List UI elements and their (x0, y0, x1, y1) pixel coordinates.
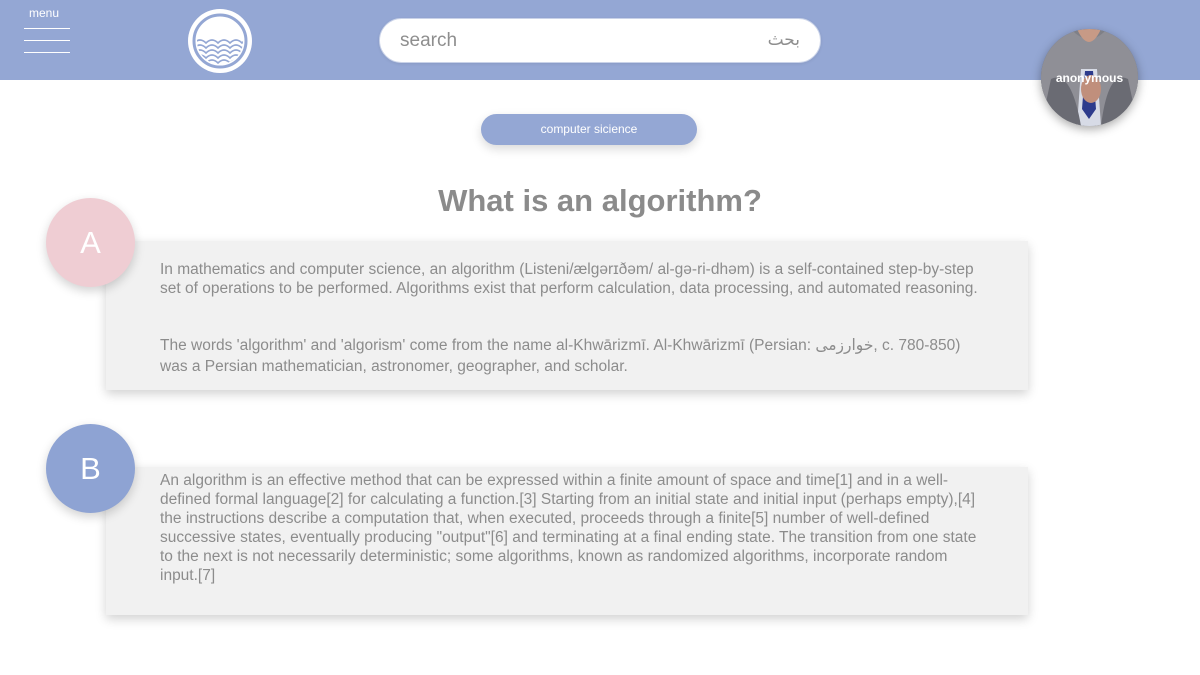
menu-button[interactable]: menu (24, 6, 72, 56)
answer-badge-b[interactable]: B (46, 424, 135, 513)
search-bar: بحث (379, 18, 821, 63)
answer-paragraph: In mathematics and computer science, an … (160, 261, 978, 297)
category-tag[interactable]: computer sicience (481, 114, 697, 145)
search-label-arabic: بحث (767, 30, 800, 50)
question-title: What is an algorithm? (438, 183, 762, 218)
hamburger-line-icon (24, 40, 70, 41)
answer-badge-a[interactable]: A (46, 198, 135, 287)
wave-logo-icon[interactable] (189, 10, 251, 72)
user-avatar[interactable]: anonymous (1041, 29, 1138, 126)
answer-card-a: In mathematics and computer science, an … (106, 241, 1028, 390)
answer-paragraph: The words 'algorithm' and 'algorism' com… (160, 337, 961, 375)
answer-card-b: An algorithm is an effective method that… (106, 467, 1028, 615)
hamburger-line-icon (24, 52, 70, 53)
hamburger-line-icon (24, 28, 70, 29)
answer-paragraph: An algorithm is an effective method that… (160, 472, 977, 584)
top-bar: menu بحث (0, 0, 1200, 80)
search-input[interactable] (400, 27, 700, 55)
username-label: anonymous (1055, 71, 1124, 85)
menu-label: menu (29, 6, 60, 20)
